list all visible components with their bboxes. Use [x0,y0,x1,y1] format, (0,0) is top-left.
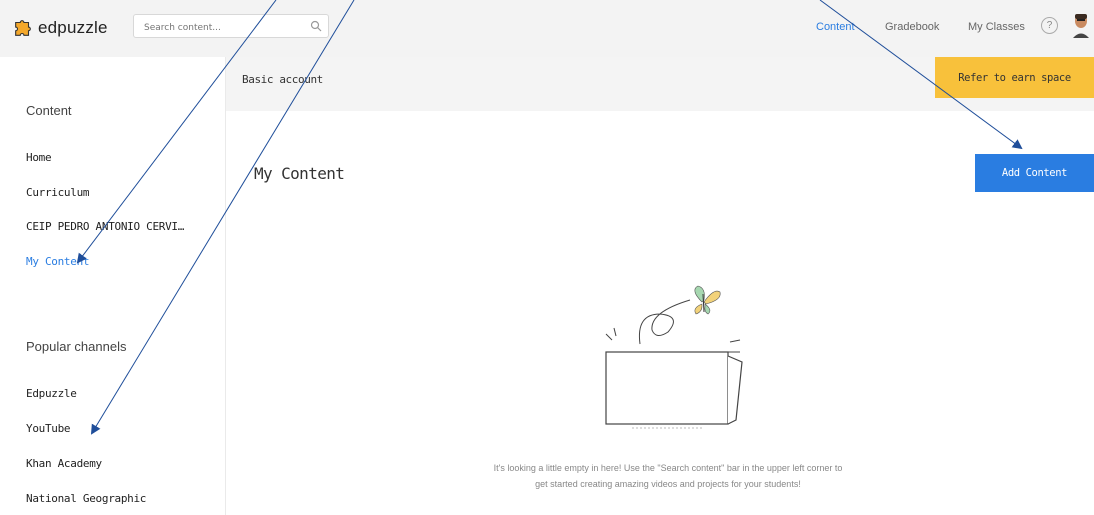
add-content-button[interactable]: Add Content [975,154,1094,192]
butterfly-icon [694,285,721,315]
search-icon[interactable] [310,20,322,32]
sidebar-item-home[interactable]: Home [26,151,52,164]
sidebar-item-my-content[interactable]: My Content [26,255,90,268]
edpuzzle-logo[interactable]: edpuzzle [12,15,122,41]
page-title: My Content [254,164,345,183]
logo-text: edpuzzle [38,18,108,37]
help-icon[interactable]: ? [1041,17,1058,34]
sidebar-item-school[interactable]: CEIP PEDRO ANTONIO CERVI… [26,220,184,233]
sidebar-item-youtube[interactable]: YouTube [26,422,71,435]
nav-my-classes-link[interactable]: My Classes [968,21,1025,33]
nav-gradebook-link[interactable]: Gradebook [885,21,939,33]
empty-box-illustration [605,285,743,429]
puzzle-logo-icon [15,20,31,36]
nav-content-link[interactable]: Content [816,21,855,33]
search-input[interactable] [134,16,306,40]
account-banner: Basic account Refer to earn space [226,57,1094,111]
sidebar: Content Home Curriculum CEIP PEDRO ANTON… [0,57,226,515]
sidebar-heading-content: Content [26,103,72,118]
main-content: Basic account Refer to earn space My Con… [226,57,1094,515]
sidebar-item-curriculum[interactable]: Curriculum [26,186,90,199]
refer-to-earn-space-button[interactable]: Refer to earn space [935,57,1094,98]
basic-account-label: Basic account [242,73,323,86]
sidebar-heading-popular-channels: Popular channels [26,339,127,354]
user-avatar[interactable] [1071,12,1091,38]
top-navigation-bar: edpuzzle Content Gradebook My Classes ? [0,0,1094,57]
search-box[interactable] [133,14,329,40]
sidebar-item-edpuzzle[interactable]: Edpuzzle [26,387,77,400]
sidebar-item-khan-academy[interactable]: Khan Academy [26,457,102,470]
empty-state-message: It's looking a little empty in here! Use… [493,463,843,489]
sidebar-item-national-geographic[interactable]: National Geographic [26,492,146,505]
